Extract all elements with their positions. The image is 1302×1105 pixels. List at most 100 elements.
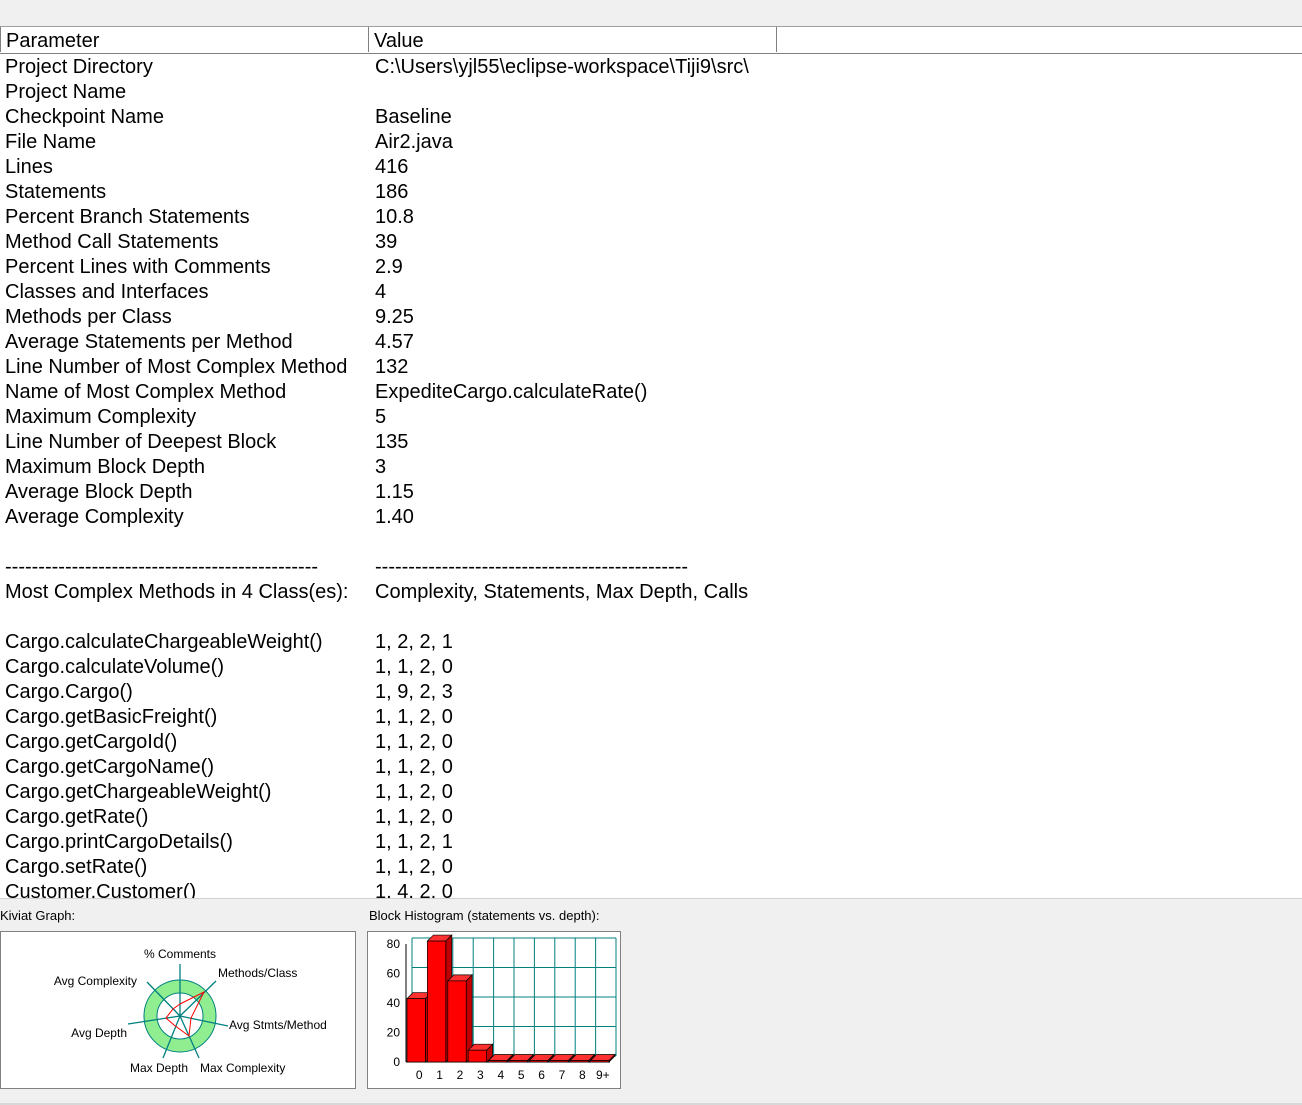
histogram-bar-front bbox=[508, 1060, 528, 1063]
value-cell: 4.57 bbox=[375, 331, 414, 353]
value-cell: 3 bbox=[375, 456, 387, 478]
table-row[interactable]: Cargo.getRate() 1, 1, 2, 0 bbox=[0, 805, 1302, 830]
histogram-x-tick-label: 1 bbox=[436, 1068, 443, 1082]
table-row[interactable]: Cargo.Cargo() 1, 9, 2, 3 bbox=[0, 680, 1302, 705]
parameter-cell: Methods per Class bbox=[5, 306, 172, 328]
column-header-value[interactable]: Value bbox=[368, 27, 777, 52]
table-row[interactable]: Maximum Block Depth 3 bbox=[0, 455, 1302, 480]
graphs-panel: Kiviat Graph: Block Histogram (statement… bbox=[0, 898, 1302, 1105]
block-histogram[interactable]: 80 60 40 20 0 0 1 2 3 4 5 6 7 8 9+ bbox=[367, 931, 621, 1089]
histogram-x-tick-label: 4 bbox=[497, 1068, 504, 1082]
table-row[interactable]: Cargo.printCargoDetails() 1, 1, 2, 1 bbox=[0, 830, 1302, 855]
histogram-x-tick-label: 0 bbox=[416, 1068, 423, 1082]
table-row[interactable]: Classes and Interfaces 4 bbox=[0, 280, 1302, 305]
table-row[interactable]: Average Statements per Method 4.57 bbox=[0, 330, 1302, 355]
histogram-bar-front bbox=[467, 1049, 487, 1063]
table-row[interactable]: Maximum Complexity 5 bbox=[0, 405, 1302, 430]
table-row[interactable]: Project Name bbox=[0, 80, 1302, 105]
table-row[interactable]: Lines 416 bbox=[0, 155, 1302, 180]
parameter-cell: Checkpoint Name bbox=[5, 106, 164, 128]
value-cell: 1, 1, 2, 0 bbox=[375, 731, 453, 753]
histogram-x-tick-label: 5 bbox=[518, 1068, 525, 1082]
parameter-cell: Cargo.printCargoDetails() bbox=[5, 831, 233, 853]
value-cell: 186 bbox=[375, 181, 409, 203]
table-row[interactable]: Cargo.calculateVolume() 1, 1, 2, 0 bbox=[0, 655, 1302, 680]
table-row[interactable]: Percent Lines with Comments 2.9 bbox=[0, 255, 1302, 280]
table-row[interactable]: Checkpoint Name Baseline bbox=[0, 105, 1302, 130]
table-row[interactable]: Cargo.getCargoId() 1, 1, 2, 0 bbox=[0, 730, 1302, 755]
table-row[interactable]: Method Call Statements 39 bbox=[0, 230, 1302, 255]
parameter-cell: Cargo.getRate() bbox=[5, 806, 149, 828]
metrics-grid[interactable]: Parameter Value Project Directory C:\User… bbox=[0, 26, 1302, 899]
parameter-cell: Project Name bbox=[5, 81, 127, 103]
histogram-bar-front bbox=[569, 1060, 589, 1063]
parameter-cell: Maximum Block Depth bbox=[5, 456, 206, 478]
table-row[interactable]: ----------------------------------------… bbox=[0, 555, 1302, 580]
table-row[interactable]: Cargo.getCargoName() 1, 1, 2, 0 bbox=[0, 755, 1302, 780]
kiviat-label: Kiviat Graph: bbox=[0, 908, 76, 923]
parameter-cell: Percent Branch Statements bbox=[5, 206, 250, 228]
value-cell: 135 bbox=[375, 431, 409, 453]
table-row[interactable] bbox=[0, 530, 1302, 555]
table-row[interactable]: Cargo.getChargeableWeight() 1, 1, 2, 0 bbox=[0, 780, 1302, 805]
table-row[interactable]: Percent Branch Statements 10.8 bbox=[0, 205, 1302, 230]
parameter-cell: Cargo.calculateChargeableWeight() bbox=[5, 631, 323, 653]
table-row[interactable]: File Name Air2.java bbox=[0, 130, 1302, 155]
sourcemonitor-window: Parameter Value Project Directory C:\User… bbox=[0, 0, 1302, 1105]
table-row[interactable]: Customer.Customer() 1, 4, 2, 0 bbox=[0, 880, 1302, 899]
histogram-bar bbox=[446, 974, 474, 1063]
histogram-x-tick-label: 2 bbox=[457, 1068, 464, 1082]
value-cell: 1, 1, 2, 0 bbox=[375, 806, 453, 828]
kiviat-graph[interactable]: % Comments Methods/Class Avg Stmts/Metho… bbox=[0, 931, 356, 1089]
parameter-cell: Name of Most Complex Method bbox=[5, 381, 287, 403]
table-row[interactable]: Statements 186 bbox=[0, 180, 1302, 205]
kiviat-axis-label-avg-complexity: Avg Complexity bbox=[54, 974, 137, 988]
parameter-cell: File Name bbox=[5, 131, 97, 153]
histogram-bar-front bbox=[427, 940, 447, 1063]
value-cell: 1, 1, 2, 0 bbox=[375, 856, 453, 878]
value-cell: 1, 2, 2, 1 bbox=[375, 631, 453, 653]
table-row[interactable]: Average Complexity 1.40 bbox=[0, 505, 1302, 530]
histogram-bar-front bbox=[529, 1060, 549, 1063]
table-row[interactable]: Cargo.calculateChargeableWeight() 1, 2, 2… bbox=[0, 630, 1302, 655]
value-cell: 1, 1, 2, 0 bbox=[375, 756, 453, 778]
value-cell: 1.40 bbox=[375, 506, 414, 528]
histogram-svg: 8060402000 1 2 3 4 5 6 7 8 9+ bbox=[387, 934, 617, 1082]
table-row[interactable]: Line Number of Most Complex Method 132 bbox=[0, 355, 1302, 380]
table-row[interactable]: Line Number of Deepest Block 135 bbox=[0, 430, 1302, 455]
kiviat-axis-label-max-complexity: Max Complexity bbox=[200, 1061, 285, 1075]
title-strip bbox=[0, 0, 1302, 12]
value-cell: 4 bbox=[375, 281, 387, 303]
value-cell: 1.15 bbox=[375, 481, 414, 503]
table-row[interactable]: Cargo.getBasicFreight() 1, 1, 2, 0 bbox=[0, 705, 1302, 730]
parameter-cell: Average Complexity bbox=[5, 506, 184, 528]
table-row[interactable]: Average Block Depth 1.15 bbox=[0, 480, 1302, 505]
table-row[interactable]: Cargo.setRate() 1, 1, 2, 0 bbox=[0, 855, 1302, 880]
parameter-cell: Lines bbox=[5, 156, 53, 178]
parameter-cell: Cargo.getChargeableWeight() bbox=[5, 781, 272, 803]
table-row[interactable]: Most Complex Methods in 4 Class(es): Comp… bbox=[0, 580, 1302, 605]
table-row[interactable]: Project Directory C:\Users\yjl55\eclipse-… bbox=[0, 55, 1302, 80]
kiviat-axis-label-max-depth: Max Depth bbox=[130, 1061, 188, 1075]
histogram-bar-front bbox=[447, 980, 467, 1063]
value-cell: 416 bbox=[375, 156, 409, 178]
histogram-y-tick-label: 0 bbox=[393, 1055, 400, 1069]
value-cell: 1, 1, 2, 0 bbox=[375, 781, 453, 803]
column-header-parameter[interactable]: Parameter bbox=[0, 27, 369, 52]
histogram-y-tick-label: 20 bbox=[387, 1026, 401, 1040]
parameter-cell: ----------------------------------------… bbox=[5, 556, 319, 578]
value-cell: 1, 4, 2, 0 bbox=[375, 881, 453, 899]
table-row[interactable]: Name of Most Complex Method ExpediteCargo… bbox=[0, 380, 1302, 405]
kiviat-axis-label-avg-stmts: Avg Stmts/Method bbox=[229, 1018, 327, 1032]
parameter-cell: Method Call Statements bbox=[5, 231, 219, 253]
table-row[interactable] bbox=[0, 605, 1302, 630]
parameter-cell: Most Complex Methods in 4 Class(es): bbox=[5, 581, 349, 603]
parameter-cell: Average Statements per Method bbox=[5, 331, 293, 353]
table-row[interactable]: Methods per Class 9.25 bbox=[0, 305, 1302, 330]
value-cell: 1, 1, 2, 1 bbox=[375, 831, 453, 853]
parameter-cell: Project Directory bbox=[5, 56, 153, 78]
histogram-bar-front bbox=[549, 1060, 569, 1063]
value-cell: 10.8 bbox=[375, 206, 414, 228]
kiviat-svg: % Comments Methods/Class Avg Stmts/Metho… bbox=[54, 947, 327, 1075]
histogram-y-tick-label: 80 bbox=[387, 937, 401, 951]
